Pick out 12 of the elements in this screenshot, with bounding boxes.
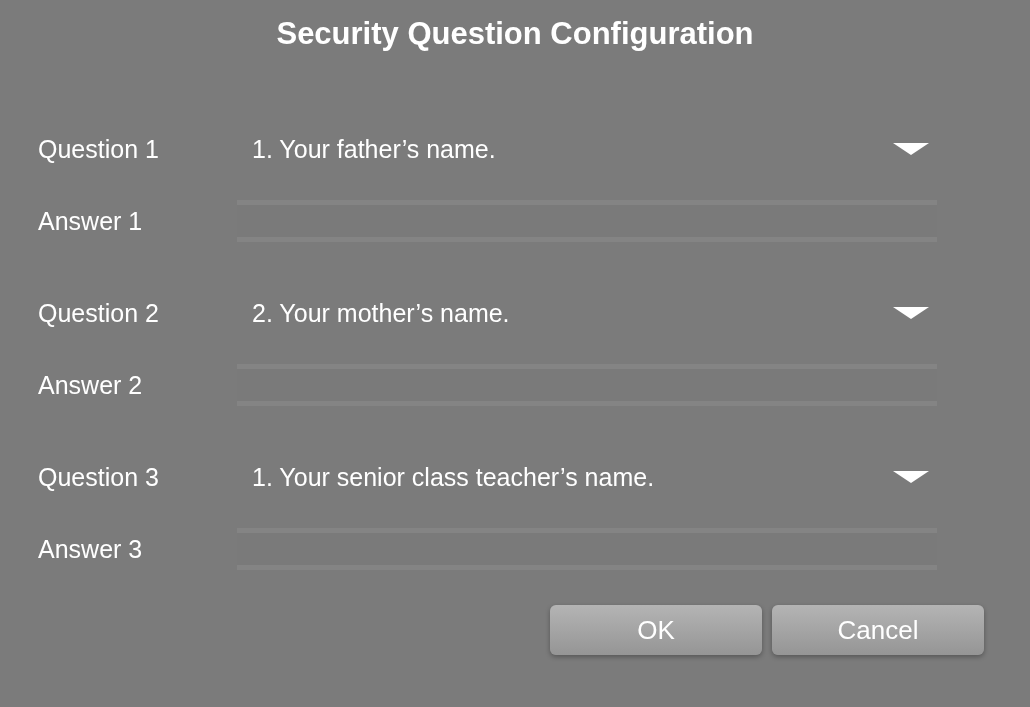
- answer-label: Answer 2: [37, 370, 144, 400]
- caret-icon: [893, 143, 929, 155]
- dialog-button[interactable]: Cancel: [772, 605, 984, 655]
- caret-icon: [893, 307, 929, 319]
- question-label: Question 2: [37, 298, 160, 328]
- question-label: Question 1: [37, 134, 160, 164]
- dialog-button[interactable]: OK: [550, 605, 762, 655]
- caret-icon: [893, 471, 929, 483]
- answer-label: Answer 3: [37, 534, 144, 564]
- question-label: Question 3: [37, 462, 160, 492]
- dialog-title: Security Question Configuration: [275, 15, 755, 53]
- answer-label: Answer 1: [37, 206, 144, 236]
